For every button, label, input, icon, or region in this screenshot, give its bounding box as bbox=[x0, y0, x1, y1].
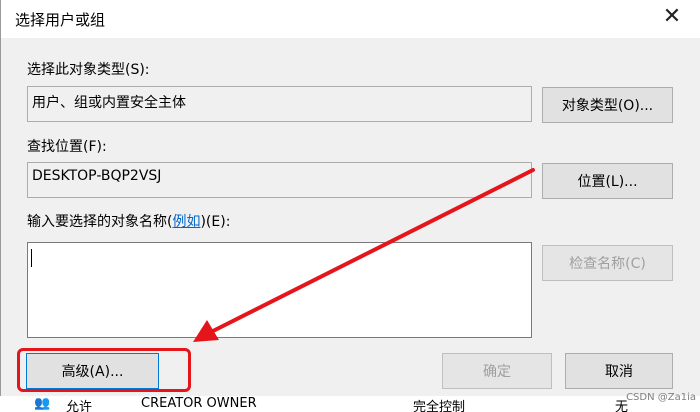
background-permission-row: 👥 允许 CREATOR OWNER 完全控制 无 bbox=[0, 396, 700, 412]
principal-name: CREATOR OWNER bbox=[141, 396, 257, 411]
annotation-arrow bbox=[193, 168, 535, 342]
access-level: 完全控制 bbox=[413, 400, 466, 412]
select-users-dialog: 选择用户或组 ✕ 选择此对象类型(S): 用户、组或内置安全主体 对象类型(O)… bbox=[0, 0, 700, 412]
watermark: CSDN @Za1ia bbox=[626, 392, 696, 403]
user-group-icon: 👥 bbox=[34, 396, 51, 411]
permission-type: 允许 bbox=[66, 400, 93, 412]
